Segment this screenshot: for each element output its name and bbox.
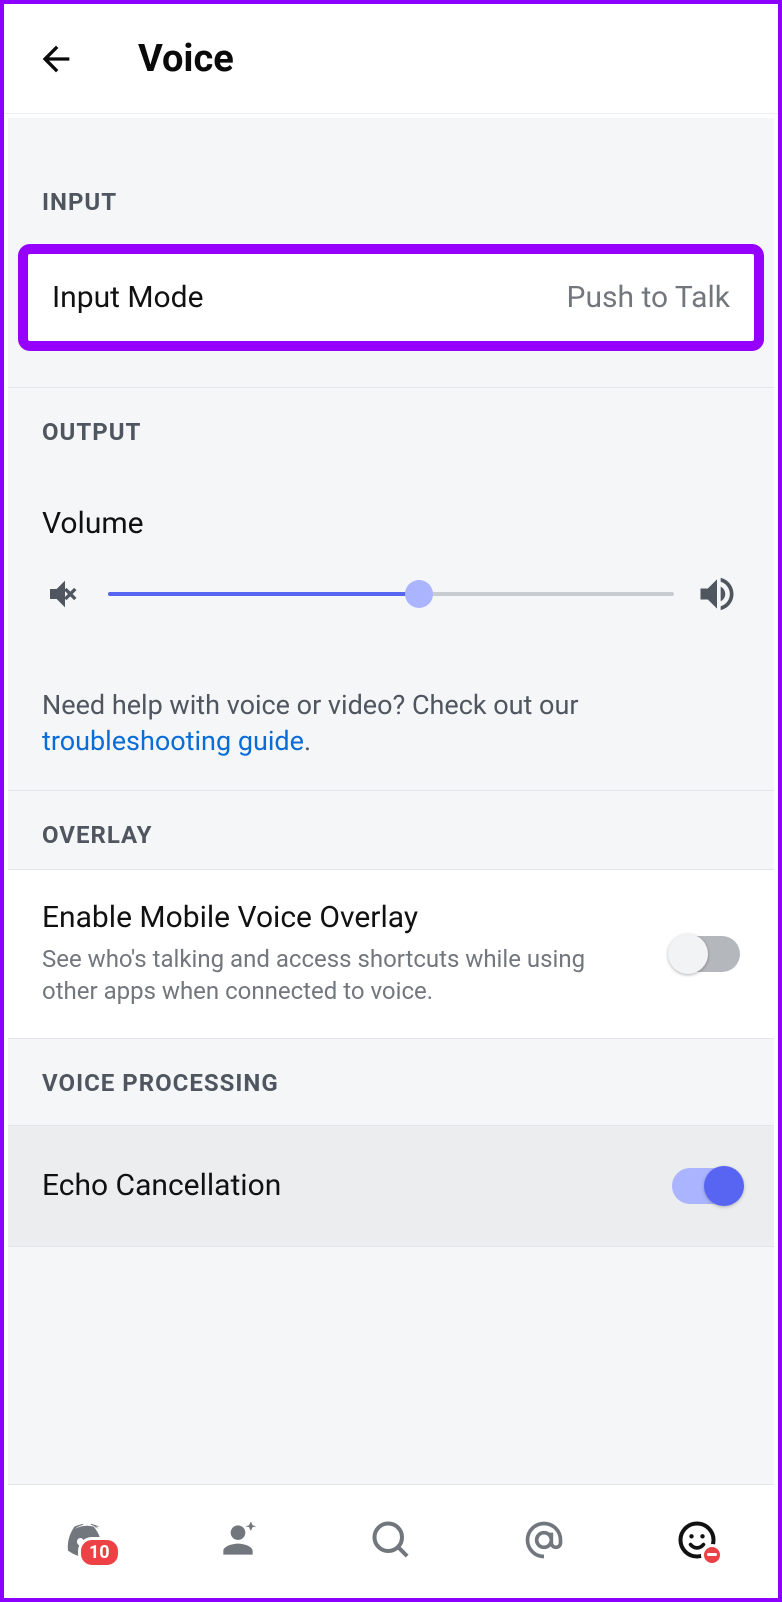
echo-cancellation-label: Echo Cancellation <box>42 1168 281 1203</box>
overlay-toggle-row[interactable]: Enable Mobile Voice Overlay See who's ta… <box>8 869 774 1039</box>
input-mode-row[interactable]: Input Mode Push to Talk <box>18 244 764 351</box>
volume-high-icon <box>694 571 740 617</box>
status-dnd-icon <box>701 1544 723 1566</box>
nav-mentions[interactable] <box>514 1510 574 1570</box>
friends-icon <box>216 1518 260 1562</box>
back-button[interactable] <box>34 37 78 81</box>
search-icon <box>369 1518 413 1562</box>
settings-body: INPUT Input Mode Push to Talk OUTPUT Vol… <box>8 118 774 1484</box>
section-heading-output: OUTPUT <box>8 388 774 466</box>
section-heading-overlay: OVERLAY <box>8 791 774 869</box>
section-heading-input: INPUT <box>8 118 774 236</box>
volume-slider-thumb[interactable] <box>405 580 433 608</box>
page-title: Voice <box>138 37 234 81</box>
at-icon <box>522 1518 566 1562</box>
nav-search[interactable] <box>361 1510 421 1570</box>
help-text: Need help with voice or video? Check out… <box>8 637 774 791</box>
nav-discord[interactable]: 10 <box>55 1510 115 1570</box>
volume-mute-icon <box>42 571 88 617</box>
overlay-toggle-desc: See who's talking and access shortcuts w… <box>42 943 642 1008</box>
nav-friends[interactable] <box>208 1510 268 1570</box>
volume-block: Volume <box>8 466 774 637</box>
header: Voice <box>4 4 778 114</box>
echo-cancellation-row[interactable]: Echo Cancellation <box>8 1125 774 1247</box>
overlay-toggle-switch[interactable] <box>672 936 740 972</box>
overlay-toggle-label: Enable Mobile Voice Overlay <box>42 900 642 935</box>
troubleshooting-link[interactable]: troubleshooting guide <box>42 725 304 757</box>
arrow-left-icon <box>36 39 76 79</box>
bottom-nav: 10 <box>8 1484 774 1594</box>
input-mode-label: Input Mode <box>52 280 204 315</box>
echo-cancellation-switch[interactable] <box>672 1168 740 1204</box>
input-mode-value: Push to Talk <box>567 280 730 315</box>
volume-label: Volume <box>42 506 740 541</box>
volume-slider[interactable] <box>108 582 674 606</box>
section-heading-voice-processing: VOICE PROCESSING <box>8 1039 774 1117</box>
nav-profile[interactable] <box>667 1510 727 1570</box>
nav-notification-badge: 10 <box>78 1537 121 1568</box>
